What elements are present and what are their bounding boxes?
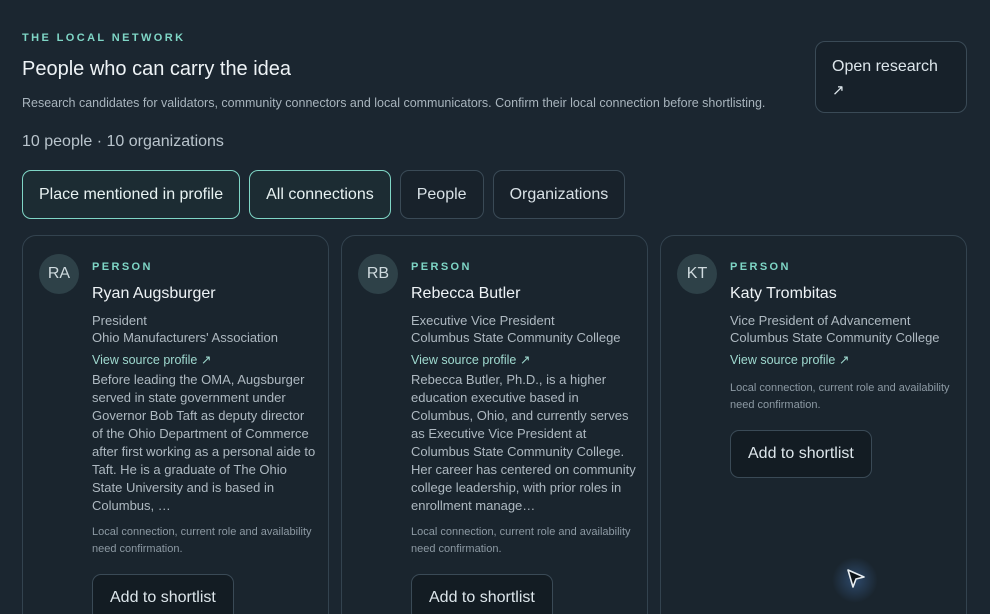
page: THE LOCAL NETWORK People who can carry t… — [0, 0, 990, 614]
page-description: Research candidates for validators, comm… — [22, 96, 766, 110]
filter-people[interactable]: People — [399, 170, 484, 219]
filter-organizations[interactable]: Organizations — [492, 170, 626, 219]
open-research-button[interactable]: Open research ↗ — [815, 41, 967, 113]
avatar: KT — [677, 254, 717, 294]
person-organization: Columbus State Community College — [730, 330, 940, 345]
view-source-link[interactable]: View source profile ↗ — [92, 352, 317, 369]
person-name: Rebecca Butler — [411, 285, 521, 302]
add-to-shortlist-button[interactable]: Add to shortlist — [92, 574, 234, 614]
filter-place-mentioned[interactable]: Place mentioned in profile — [22, 170, 241, 219]
view-source-link[interactable]: View source profile ↗ — [411, 352, 636, 369]
add-to-shortlist-button[interactable]: Add to shortlist — [730, 430, 872, 478]
add-to-shortlist-button[interactable]: Add to shortlist — [411, 574, 553, 614]
open-research-label: Open research — [832, 58, 938, 75]
person-bio: Before leading the OMA, Augsburger serve… — [92, 372, 316, 513]
person-card: KT PERSON Katy Trombitas Vice President … — [660, 235, 967, 614]
person-organization: Ohio Manufacturers' Association — [92, 330, 279, 345]
person-card: RA PERSON Ryan Augsburger President Ohio… — [22, 235, 329, 614]
view-source-link[interactable]: View source profile ↗ — [730, 352, 955, 369]
confirmation-note: Local connection, current role and avail… — [730, 382, 950, 411]
external-link-icon: ↗ — [832, 82, 845, 99]
mouse-pointer-icon — [847, 569, 865, 588]
person-name: Ryan Augsburger — [92, 285, 216, 302]
confirmation-note: Local connection, current role and avail… — [92, 526, 312, 555]
person-name: Katy Trombitas — [730, 285, 837, 302]
person-card: RB PERSON Rebecca Butler Executive Vice … — [341, 235, 648, 614]
card-body: Executive Vice President Columbus State … — [411, 312, 636, 614]
page-title: People who can carry the idea — [22, 58, 292, 80]
card-kind-label: PERSON — [411, 261, 472, 273]
person-role: Vice President of Advancement — [730, 313, 911, 328]
filter-all-connections[interactable]: All connections — [249, 170, 391, 219]
section-eyebrow: THE LOCAL NETWORK — [22, 32, 186, 44]
card-kind-label: PERSON — [92, 261, 153, 273]
avatar: RB — [358, 254, 398, 294]
result-counts: 10 people · 10 organizations — [22, 133, 224, 150]
person-role: President — [92, 313, 147, 328]
avatar: RA — [39, 254, 79, 294]
card-body: Vice President of Advancement Columbus S… — [730, 312, 955, 478]
person-organization: Columbus State Community College — [411, 330, 621, 345]
card-body: President Ohio Manufacturers' Associatio… — [92, 312, 317, 614]
person-bio: Rebecca Butler, Ph.D., is a higher educa… — [411, 372, 636, 513]
confirmation-note: Local connection, current role and avail… — [411, 526, 631, 555]
filter-bar: Place mentioned in profile All connectio… — [22, 170, 626, 219]
person-role: Executive Vice President — [411, 313, 555, 328]
card-kind-label: PERSON — [730, 261, 791, 273]
